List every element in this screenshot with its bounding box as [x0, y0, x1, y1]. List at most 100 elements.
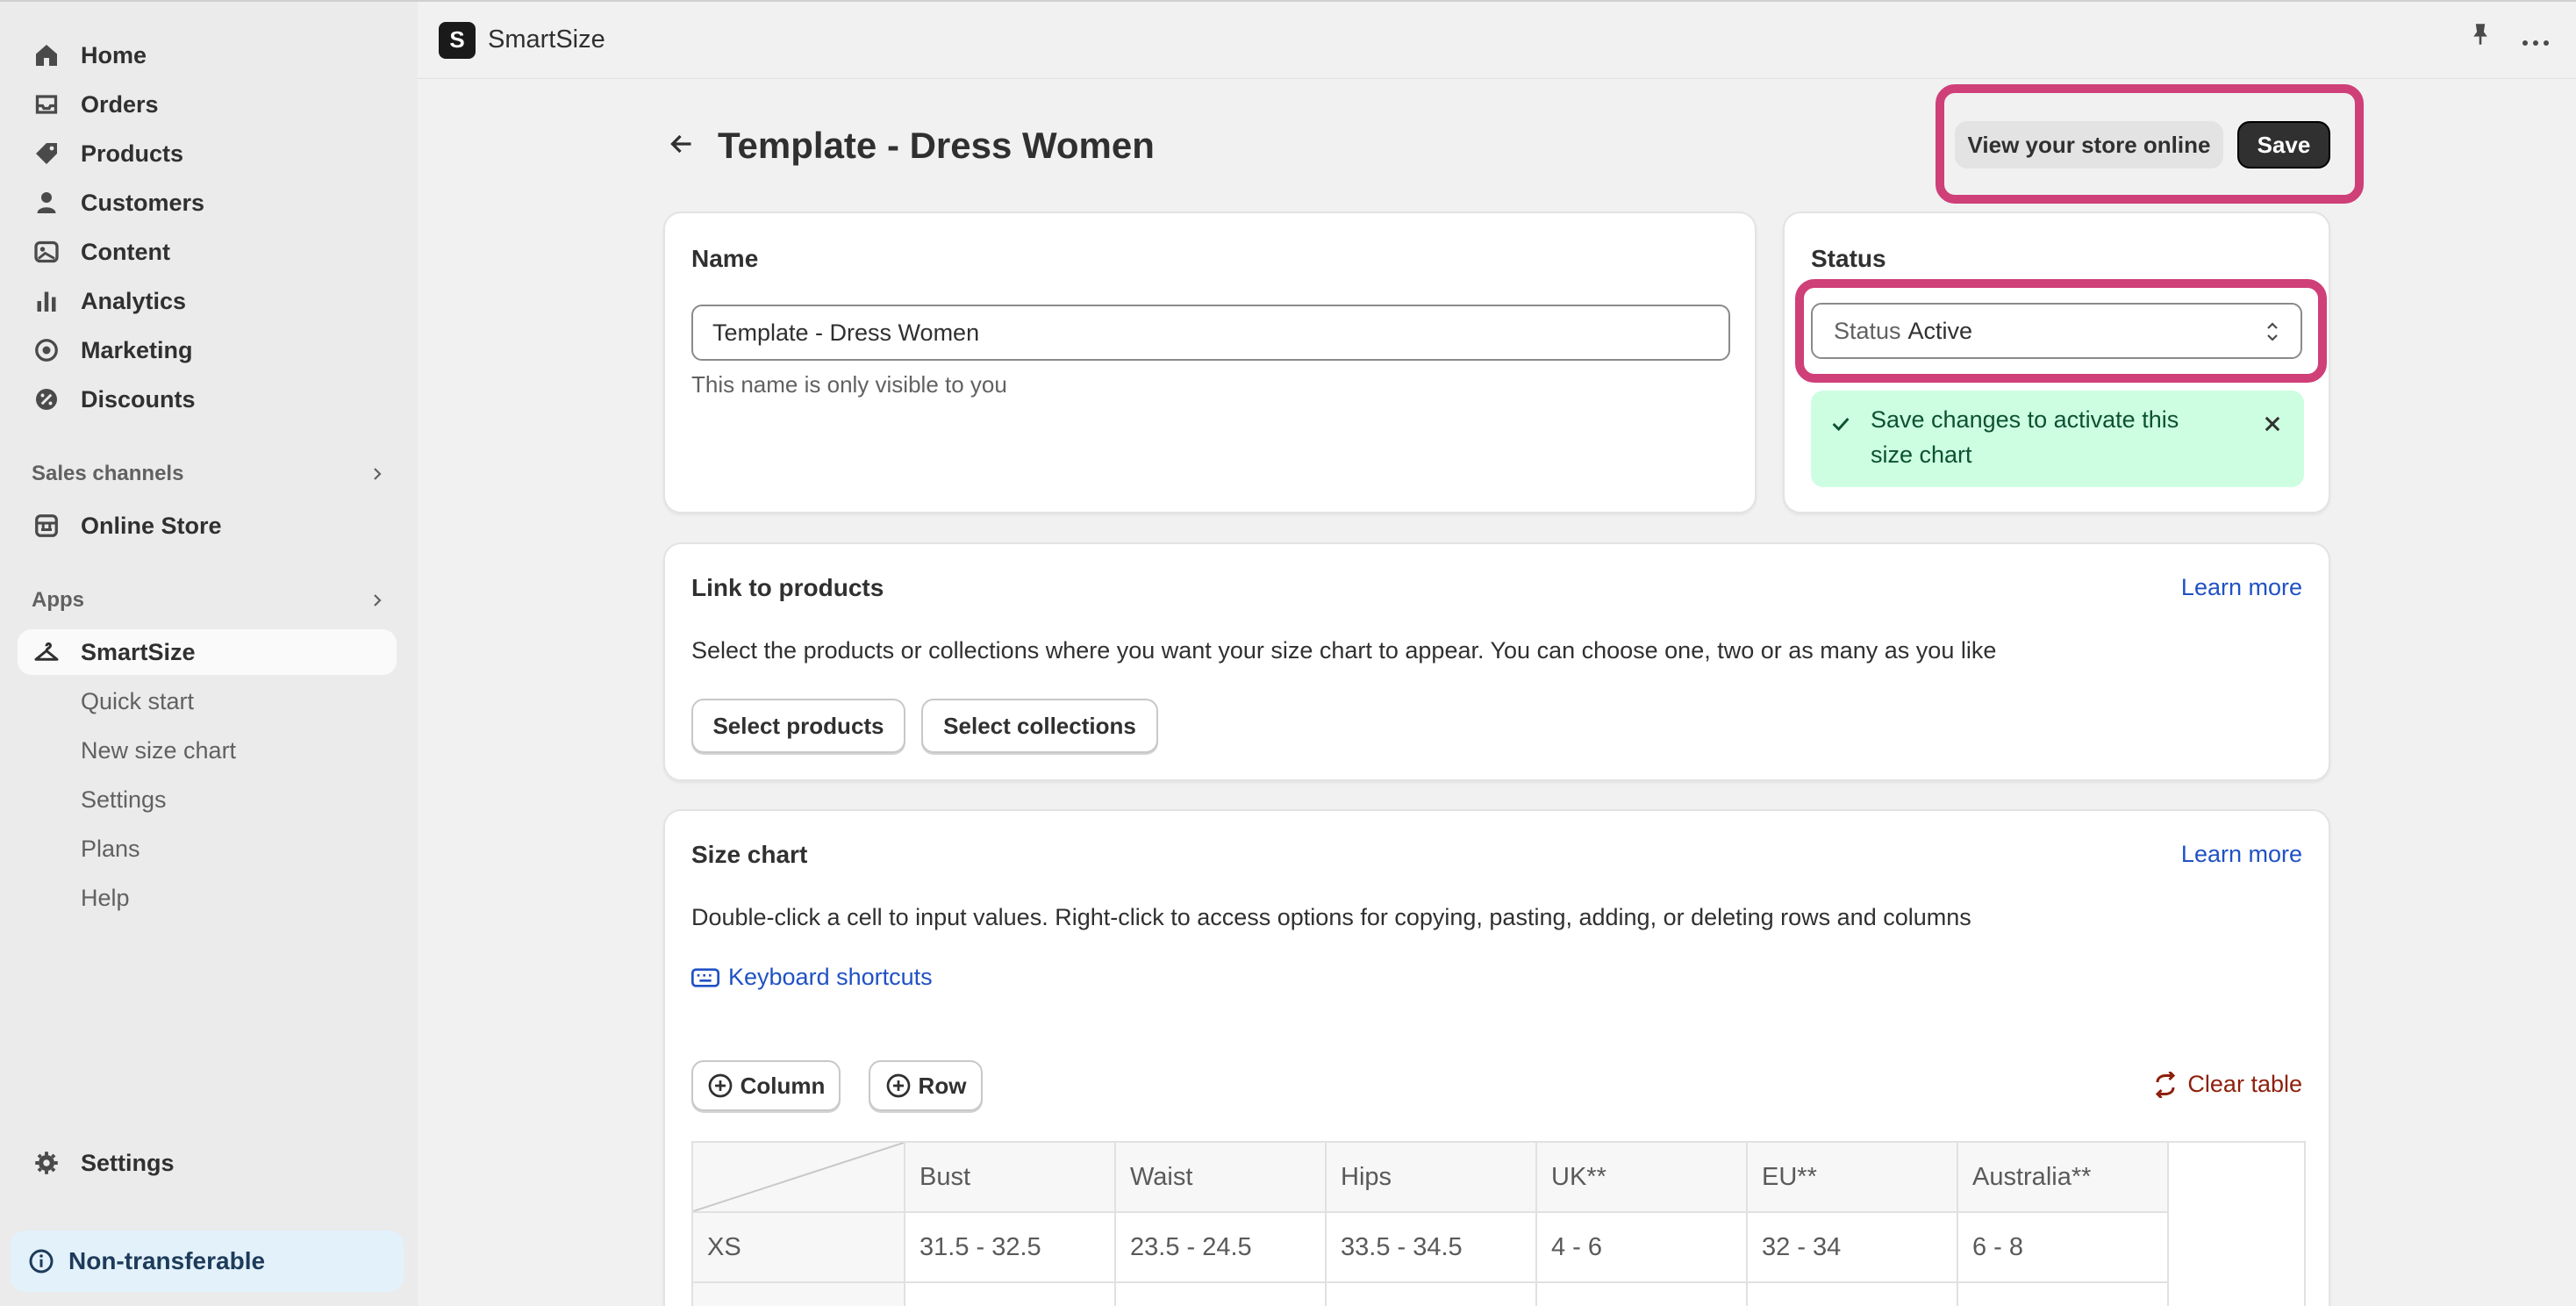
banner-line-2: size chart — [1871, 441, 1972, 468]
info-icon — [29, 1249, 54, 1274]
header-cell[interactable]: Australia** — [1957, 1141, 2169, 1213]
back-arrow-icon[interactable] — [667, 126, 697, 166]
header-cell[interactable]: Bust — [904, 1141, 1116, 1213]
close-icon[interactable] — [2262, 413, 2283, 434]
nav-customers[interactable]: Customers — [18, 180, 397, 226]
nav-online-store[interactable]: Online Store — [18, 503, 397, 549]
checkmark-icon — [1832, 418, 1850, 432]
nav-smartsize[interactable]: SmartSize — [18, 629, 397, 675]
target-icon — [32, 335, 61, 365]
app-topbar: S SmartSize — [418, 0, 2576, 79]
name-card-title: Name — [691, 245, 759, 272]
nav-discounts[interactable]: Discounts — [18, 377, 397, 422]
keyboard-shortcuts-link[interactable]: Keyboard shortcuts — [691, 964, 933, 991]
non-transferable-badge[interactable]: Non-transferable — [11, 1231, 404, 1292]
diagonal-divider — [693, 1143, 904, 1211]
table-cell[interactable] — [1325, 1281, 1537, 1306]
table-cell[interactable] — [904, 1281, 1116, 1306]
header-cell[interactable]: UK** — [1535, 1141, 1748, 1213]
table-row: XS 31.5 - 32.5 23.5 - 24.5 33.5 - 34.5 4… — [691, 1211, 2169, 1283]
size-card-learn-more[interactable]: Learn more — [2181, 841, 2302, 868]
add-column-label: Column — [740, 1072, 826, 1099]
table-cell[interactable] — [1535, 1281, 1748, 1306]
name-helper-text: This name is only visible to you — [691, 371, 1007, 398]
header-cell[interactable]: EU** — [1746, 1141, 1958, 1213]
sub-settings[interactable]: Settings — [81, 782, 167, 817]
size-chart-card: Size chart Learn more Double-click a cel… — [663, 809, 2330, 1306]
plus-circle-icon — [886, 1073, 910, 1098]
nav-label: Marketing — [81, 336, 193, 363]
table-cell[interactable] — [1746, 1281, 1958, 1306]
status-select-label: Status — [1834, 317, 1901, 344]
clear-table-button[interactable]: Clear table — [2152, 1071, 2302, 1098]
table-cell[interactable]: 4 - 6 — [1535, 1211, 1748, 1283]
link-card-learn-more[interactable]: Learn more — [2181, 574, 2302, 601]
store-icon — [32, 511, 61, 541]
table-cell[interactable]: 32 - 34 — [1746, 1211, 1958, 1283]
sales-channels-section[interactable]: Sales channels — [32, 462, 386, 486]
select-products-button[interactable]: Select products — [691, 699, 905, 753]
size-card-title: Size chart — [691, 841, 808, 868]
table-cell[interactable]: 31.5 - 32.5 — [904, 1211, 1116, 1283]
hanger-icon — [32, 637, 61, 667]
corner-cell[interactable] — [691, 1141, 905, 1213]
nav-label: Customers — [81, 189, 205, 216]
image-icon — [32, 237, 61, 267]
home-icon — [32, 40, 61, 70]
nav-analytics[interactable]: Analytics — [18, 278, 397, 324]
table-cell[interactable]: 33.5 - 34.5 — [1325, 1211, 1537, 1283]
view-store-online-button[interactable]: View your store online — [1955, 121, 2223, 169]
nav-orders[interactable]: Orders — [18, 82, 397, 127]
size-chart-table: Bust Waist Hips UK** EU** Australia** XS… — [691, 1141, 2169, 1306]
header-cell[interactable]: Waist — [1114, 1141, 1327, 1213]
link-card-title: Link to products — [691, 574, 884, 601]
table-cell[interactable]: 6 - 8 — [1957, 1211, 2169, 1283]
name-input[interactable]: Template - Dress Women — [691, 305, 1730, 361]
nav-label: Analytics — [81, 287, 187, 314]
select-collections-button[interactable]: Select collections — [921, 699, 1158, 753]
nav-label: SmartSize — [81, 638, 196, 665]
nav-label: Settings — [81, 1149, 175, 1176]
table-cell[interactable] — [1957, 1281, 2169, 1306]
plus-circle-icon — [708, 1073, 732, 1098]
nav-settings[interactable]: Settings — [18, 1140, 397, 1186]
add-row-button[interactable]: Row — [869, 1060, 983, 1111]
table-cell[interactable]: 23.5 - 24.5 — [1114, 1211, 1327, 1283]
name-card: Name Template - Dress Women This name is… — [663, 212, 1757, 513]
nav-marketing[interactable]: Marketing — [18, 327, 397, 373]
status-select-value: Active — [1907, 317, 1973, 344]
keyboard-icon — [691, 967, 719, 987]
nav-products[interactable]: Products — [18, 131, 397, 176]
sub-quick-start[interactable]: Quick start — [81, 684, 194, 719]
size-card-description: Double-click a cell to input values. Rig… — [691, 904, 1971, 930]
more-icon[interactable] — [2522, 22, 2550, 54]
tag-icon — [32, 139, 61, 169]
row-label-cell[interactable]: XS — [691, 1211, 905, 1283]
sidebar: Home Orders Products Customers Content A… — [0, 0, 418, 1306]
sub-new-size-chart[interactable]: New size chart — [81, 733, 236, 768]
person-icon — [32, 188, 61, 218]
pin-icon[interactable] — [2469, 21, 2492, 54]
link-card-description: Select the products or collections where… — [691, 637, 1997, 664]
header-cell[interactable]: Hips — [1325, 1141, 1537, 1213]
save-button[interactable]: Save — [2237, 121, 2330, 169]
nav-content[interactable]: Content — [18, 229, 397, 275]
sub-help[interactable]: Help — [81, 880, 130, 915]
nav-label: Orders — [81, 90, 159, 118]
nav-home[interactable]: Home — [18, 32, 397, 78]
apps-section[interactable]: Apps — [32, 588, 386, 613]
keyboard-shortcuts-label: Keyboard shortcuts — [728, 964, 933, 990]
add-column-button[interactable]: Column — [691, 1060, 841, 1111]
non-transferable-label: Non-transferable — [68, 1247, 266, 1274]
app-name: SmartSize — [488, 25, 605, 54]
status-select[interactable]: Status Active — [1811, 303, 2302, 359]
table-cell[interactable] — [1114, 1281, 1327, 1306]
gear-icon — [32, 1148, 61, 1178]
clear-table-label: Clear table — [2187, 1071, 2302, 1097]
row-label-cell[interactable] — [691, 1281, 905, 1306]
chevron-right-icon — [374, 468, 382, 480]
save-changes-banner: Save changes to activate this size chart — [1811, 391, 2304, 487]
table-row — [691, 1281, 2169, 1306]
discount-icon — [32, 384, 61, 414]
sub-plans[interactable]: Plans — [81, 831, 140, 866]
